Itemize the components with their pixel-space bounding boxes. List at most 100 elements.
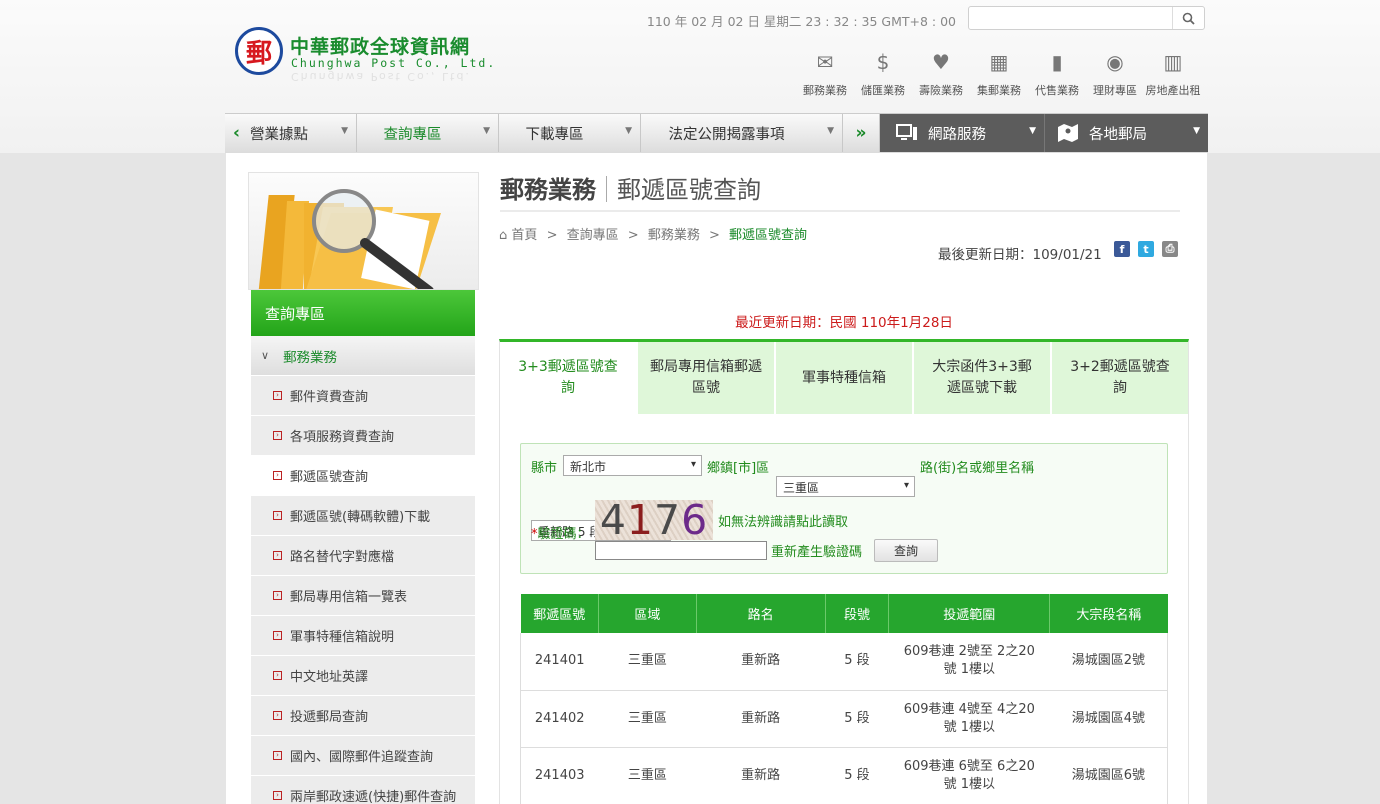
captcha-regenerate-link[interactable]: 重新產生驗證碼 [771, 541, 862, 560]
table-row: 241401 三重區 重新路 5 段 609巷連 2號至 2之20號 1樓以 湯… [520, 633, 1168, 691]
service-mail[interactable]: ✉ 郵務業務 [796, 48, 854, 100]
sidebar-item-cross-strait-ems[interactable]: › 兩岸郵政速遞(快捷)郵件查詢 [251, 776, 475, 804]
breadcrumb-query[interactable]: 查詢專區 [567, 228, 619, 243]
menu-item-download[interactable]: 下載專區 ▼ [499, 114, 641, 152]
column-header: 大宗段名稱 [1049, 594, 1168, 633]
caret-down-icon: ▼ [1029, 126, 1036, 136]
sidebar-menu: ∨ 郵務業務 › 郵件資費查詢 › 各項服務資費查詢 › 郵遞區號查詢 › 郵遞區號(轉碼… [251, 336, 475, 804]
sidebar-item-address-translation[interactable]: › 中文地址英譯 [251, 656, 475, 696]
city-label: 縣市 [531, 461, 558, 476]
sidebar-item-mail-tracking[interactable]: › 國內、國際郵件追蹤查詢 [251, 736, 475, 776]
captcha-input[interactable] [595, 541, 767, 560]
logo-reflection: Chunghwa Post Co., Ltd. [291, 70, 471, 83]
breadcrumb-home[interactable]: 首頁 [511, 228, 537, 243]
sidebar-item-zipcode-download[interactable]: › 郵遞區號(轉碼軟體)下載 [251, 496, 475, 536]
service-shortcuts: ✉ 郵務業務 $ 儲匯業務 ♥ 壽險業務 ▦ 集郵業務 ▮ 代售業務 ◉ 理財專區 ▥ 房地產… [796, 48, 1210, 100]
captcha-label: *驗證碼： [531, 527, 590, 542]
map-icon [1058, 124, 1078, 142]
caret-down-icon: ▼ [1193, 126, 1200, 136]
heart-hands-icon: ♥ [932, 50, 950, 74]
chevron-left-icon[interactable]: ‹ [233, 123, 240, 143]
sidebar-item-zipcode-query[interactable]: › 郵遞區號查詢 [251, 456, 475, 496]
arrow-right-icon: › [273, 431, 282, 440]
last-updated: 最後更新日期：109/01/21 [938, 247, 1102, 263]
sidebar-item-postage-rates[interactable]: › 郵件資費查詢 [251, 376, 475, 416]
share-tools: f t ⎙ [1114, 241, 1178, 257]
arrow-right-icon: › [273, 471, 282, 480]
captcha-reload-link[interactable]: 如無法辨識請點此讀取 [718, 511, 848, 530]
chevron-down-icon: ▾ [690, 459, 696, 470]
caret-down-icon: ▼ [483, 126, 490, 136]
logo-title-zh: 中華郵政全球資訊網 [290, 36, 471, 58]
menu-item-online-services[interactable]: 網路服務 ▼ [880, 114, 1045, 152]
column-header: 區域 [598, 594, 697, 633]
arrow-right-icon: › [273, 591, 282, 600]
tab-bulk-download[interactable]: 大宗函件3+3郵遞區號下載 [914, 342, 1052, 414]
recent-update-notice: 最近更新日期：民國 110年1月28日 [735, 315, 953, 331]
query-button[interactable]: 查詢 [874, 539, 938, 562]
arrow-right-icon: › [273, 671, 282, 680]
monitor-icon [896, 124, 917, 140]
sidebar-item-military-box[interactable]: › 軍事特種信箱說明 [251, 616, 475, 656]
column-header: 段號 [825, 594, 890, 633]
sidebar-item-road-name-map[interactable]: › 路名替代字對應檔 [251, 536, 475, 576]
dollar-icon: $ [876, 50, 890, 74]
current-datetime: 110 年 02 月 02 日 星期二 23 : 32 : 35 GMT+8 :… [646, 14, 956, 29]
tab-3plus3-query[interactable]: 3+3郵遞區號查詢 [500, 342, 638, 414]
print-icon[interactable]: ⎙ [1162, 241, 1178, 257]
menu-item-disclosure[interactable]: 法定公開揭露事項 ▼ [641, 114, 843, 152]
menu-item-post-offices[interactable]: 各地郵局 ▼ [1045, 114, 1208, 152]
chevron-down-icon: ▾ [903, 480, 909, 491]
service-agency[interactable]: ▮ 代售業務 [1028, 48, 1086, 100]
tab-military-box[interactable]: 軍事特種信箱 [776, 342, 914, 414]
table-row: 241403 三重區 重新路 5 段 609巷連 6號至 6之20號 1樓以 湯… [520, 747, 1168, 804]
main-menu: ‹ 營業據點 ▼ 查詢專區 ▼ 下載專區 ▼ 法定公開揭露事項 ▼ » 網路服務… [225, 113, 1208, 153]
district-select[interactable]: 三重區 ▾ [776, 476, 915, 497]
search-input[interactable] [971, 8, 1171, 28]
envelope-icon: ✉ [816, 50, 834, 74]
stamp-icon: ▦ [989, 50, 1009, 74]
home-icon: ⌂ [499, 228, 508, 243]
search-button[interactable] [1172, 7, 1204, 29]
arrow-right-icon: › [273, 751, 282, 760]
service-savings[interactable]: $ 儲匯業務 [854, 48, 912, 100]
column-header: 投遞範圍 [888, 594, 1051, 633]
menu-item-query[interactable]: 查詢專區 ▼ [357, 114, 499, 152]
arrow-right-icon: › [273, 711, 282, 720]
table-header-row: 郵遞區號 區域 路名 段號 投遞範圍 大宗段名稱 [520, 594, 1168, 633]
sidebar-item-service-rates[interactable]: › 各項服務資費查詢 [251, 416, 475, 456]
service-insurance[interactable]: ♥ 壽險業務 [912, 48, 970, 100]
service-real-estate[interactable]: ▥ 房地產出租 [1144, 48, 1202, 100]
table-row: 241402 三重區 重新路 5 段 609巷連 4號至 4之20號 1樓以 湯… [520, 690, 1168, 748]
arrow-right-icon: › [273, 631, 282, 640]
site-logo[interactable]: 郵 中華郵政全球資訊網 Chunghwa Post Co., Ltd. Chun… [235, 27, 494, 97]
caret-down-icon: ▼ [827, 126, 834, 136]
chevron-down-icon: ∨ [261, 349, 270, 362]
breadcrumb-postal[interactable]: 郵務業務 [648, 228, 700, 243]
folder-magnifier-illustration [258, 189, 442, 289]
twitter-icon[interactable]: t [1138, 241, 1154, 257]
arrow-right-icon: › [273, 511, 282, 520]
tab-3plus2-query[interactable]: 3+2郵遞區號查詢 [1052, 342, 1188, 414]
sidebar-banner-image [248, 172, 479, 290]
service-finance[interactable]: ◉ 理財專區 [1086, 48, 1144, 100]
menu-item-locations[interactable]: ‹ 營業據點 ▼ [225, 114, 357, 152]
menu-more-arrow-icon[interactable]: » [843, 114, 880, 152]
sidebar-item-po-box-list[interactable]: › 郵局專用信箱一覽表 [251, 576, 475, 616]
service-philately[interactable]: ▦ 集郵業務 [970, 48, 1028, 100]
column-header: 郵遞區號 [520, 594, 599, 633]
breadcrumb: ⌂ 首頁 > 查詢專區 > 郵務業務 > 郵遞區號查詢 [499, 228, 808, 243]
tab-po-box-zipcode[interactable]: 郵局專用信箱郵遞區號 [638, 342, 776, 414]
captcha-image: 4176 [595, 496, 713, 544]
sidebar-category-postal[interactable]: ∨ 郵務業務 [251, 336, 475, 376]
money-icon: ◉ [1106, 50, 1124, 74]
arrow-right-icon: › [273, 391, 282, 400]
title-divider [500, 210, 1180, 212]
search-icon [1182, 12, 1195, 25]
sidebar-item-delivery-office[interactable]: › 投遞郵局查詢 [251, 696, 475, 736]
page-title: 郵務業務 郵遞區號查詢 [500, 176, 761, 204]
road-label: 路(街)名或鄉里名稱 [920, 461, 1035, 476]
city-select[interactable]: 新北市 ▾ [563, 455, 702, 476]
sidebar-header: 查詢專區 [251, 290, 475, 336]
facebook-icon[interactable]: f [1114, 241, 1130, 257]
